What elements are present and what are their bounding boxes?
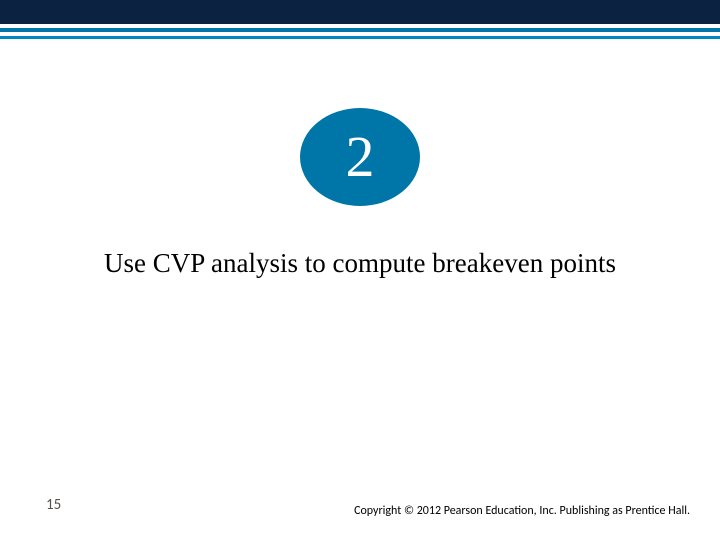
copyright-text: Copyright © 2012 Pearson Education, Inc.… [354, 504, 690, 518]
slide-heading: Use CVP analysis to compute breakeven po… [0, 248, 720, 279]
page-number: 15 [46, 496, 61, 514]
objective-badge: 2 [300, 108, 420, 206]
slide-content: 2 Use CVP analysis to compute breakeven … [0, 0, 720, 540]
objective-number: 2 [346, 128, 375, 186]
